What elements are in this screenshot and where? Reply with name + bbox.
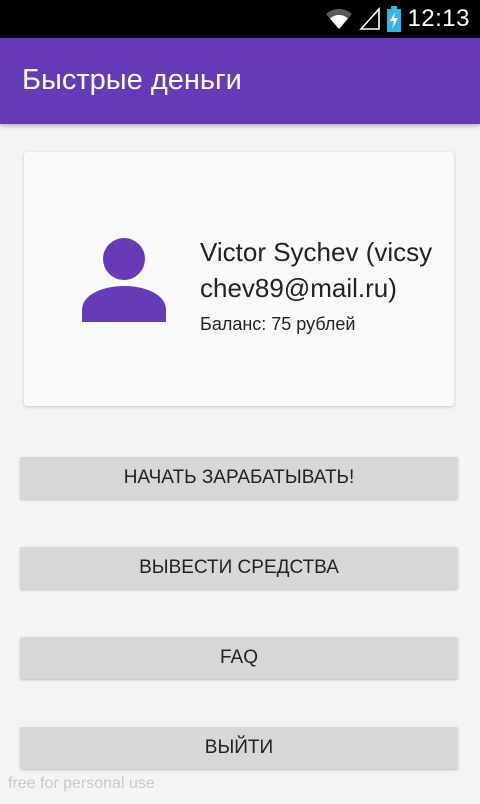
watermark: free for personal use bbox=[8, 775, 155, 792]
app-title: Быстрые деньги bbox=[22, 64, 242, 96]
profile-name: Victor Sychev (vicsychev89@mail.ru) bbox=[200, 237, 433, 303]
status-bar: 12:13 bbox=[0, 0, 480, 38]
start-earning-button[interactable]: НАЧАТЬ ЗАРАБАТЫВАТЬ! bbox=[20, 457, 458, 499]
person-icon bbox=[82, 238, 166, 322]
status-icons: 12:13 bbox=[325, 0, 470, 38]
status-time: 12:13 bbox=[407, 5, 470, 32]
app-bar: Быстрые деньги bbox=[0, 38, 480, 124]
battery-charging-icon bbox=[387, 6, 402, 32]
exit-button[interactable]: ВЫЙТИ bbox=[20, 727, 458, 769]
faq-button[interactable]: FAQ bbox=[20, 637, 458, 679]
signal-icon bbox=[359, 7, 381, 30]
profile-info: Victor Sychev (vicsychev89@mail.ru) Бала… bbox=[200, 234, 440, 335]
profile-balance: Баланс: 75 рублей bbox=[200, 314, 356, 334]
withdraw-funds-button[interactable]: ВЫВЕСТИ СРЕДСТВА bbox=[20, 547, 458, 589]
wifi-icon bbox=[326, 8, 353, 29]
profile-card: Victor Sychev (vicsychev89@mail.ru) Бала… bbox=[24, 152, 454, 406]
